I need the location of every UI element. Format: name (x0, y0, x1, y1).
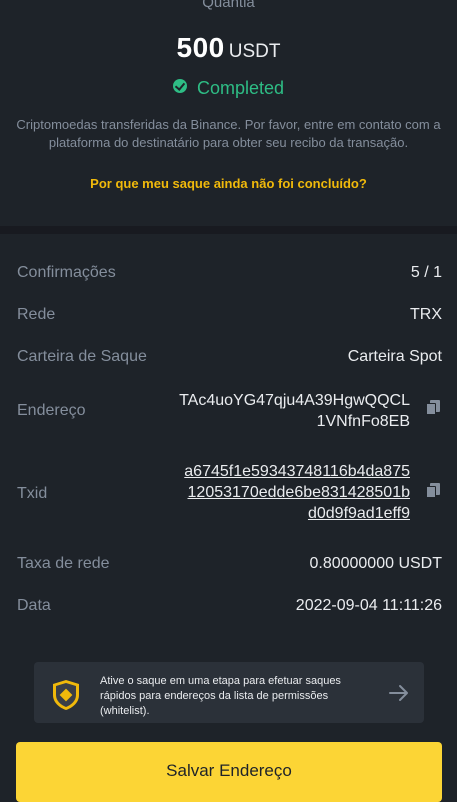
fee-value: 0.80000000 USDT (309, 555, 442, 572)
date-value: 2022-09-04 11:11:26 (295, 597, 442, 614)
date-label: Data (17, 597, 51, 614)
address-value: TAc4uoYG47qju4A39HgwQQCL 1VNfnFo8EB (179, 390, 410, 432)
banner-text: Ative o saque em uma etapa para efetuar … (100, 675, 341, 717)
txid-link[interactable]: a6745f1e59343748116b4da875 12053170edde6… (184, 461, 410, 524)
txid-line: d0d9f9ad1eff9 (307, 505, 410, 522)
txid-line: a6745f1e59343748116b4da875 (184, 463, 410, 480)
wallet-label: Carteira de Saque (17, 348, 147, 365)
check-circle-icon (172, 79, 187, 93)
txid-label: Txid (17, 485, 48, 502)
fee-label: Taxa de rede (17, 555, 110, 572)
amount-label: Quantia (202, 0, 255, 11)
arrow-right-icon (389, 685, 408, 701)
network-value: TRX (410, 306, 442, 323)
status-badge: Completed (0, 78, 457, 99)
amount: 500 USDT (0, 32, 457, 64)
status-description: Criptomoedas transferidas da Binance. Po… (16, 117, 441, 150)
address-row: Endereço TAc4uoYG47qju4A39HgwQQCL 1VNfnF… (17, 390, 442, 434)
save-address-button[interactable]: Salvar Endereço (16, 742, 442, 802)
help-link[interactable]: Por que meu saque ainda não foi concluíd… (0, 176, 457, 191)
amount-value: 500 (176, 32, 225, 63)
address-line: 1VNfnFo8EB (316, 413, 410, 430)
network-label: Rede (17, 306, 56, 323)
copy-icon[interactable] (426, 483, 440, 498)
one-step-withdrawal-banner[interactable]: Ative o saque em uma etapa para efetuar … (34, 662, 424, 723)
txid-row: Txid a6745f1e59343748116b4da875 12053170… (17, 461, 442, 527)
txid-line: 12053170edde6be831428501b (187, 484, 410, 501)
wallet-value: Carteira Spot (347, 348, 442, 365)
address-line: TAc4uoYG47qju4A39HgwQQCL (179, 392, 410, 409)
confirmations-label: Confirmações (17, 264, 116, 281)
address-label: Endereço (17, 402, 86, 419)
status-text: Completed (196, 78, 285, 98)
shield-icon (53, 680, 79, 710)
copy-icon[interactable] (426, 400, 440, 415)
amount-unit: USDT (228, 41, 281, 62)
confirmations-value: 5 / 1 (410, 264, 442, 281)
transaction-summary: Quantia 500 USDT Completed Criptomoedas t… (0, 0, 457, 226)
section-divider (0, 226, 457, 234)
